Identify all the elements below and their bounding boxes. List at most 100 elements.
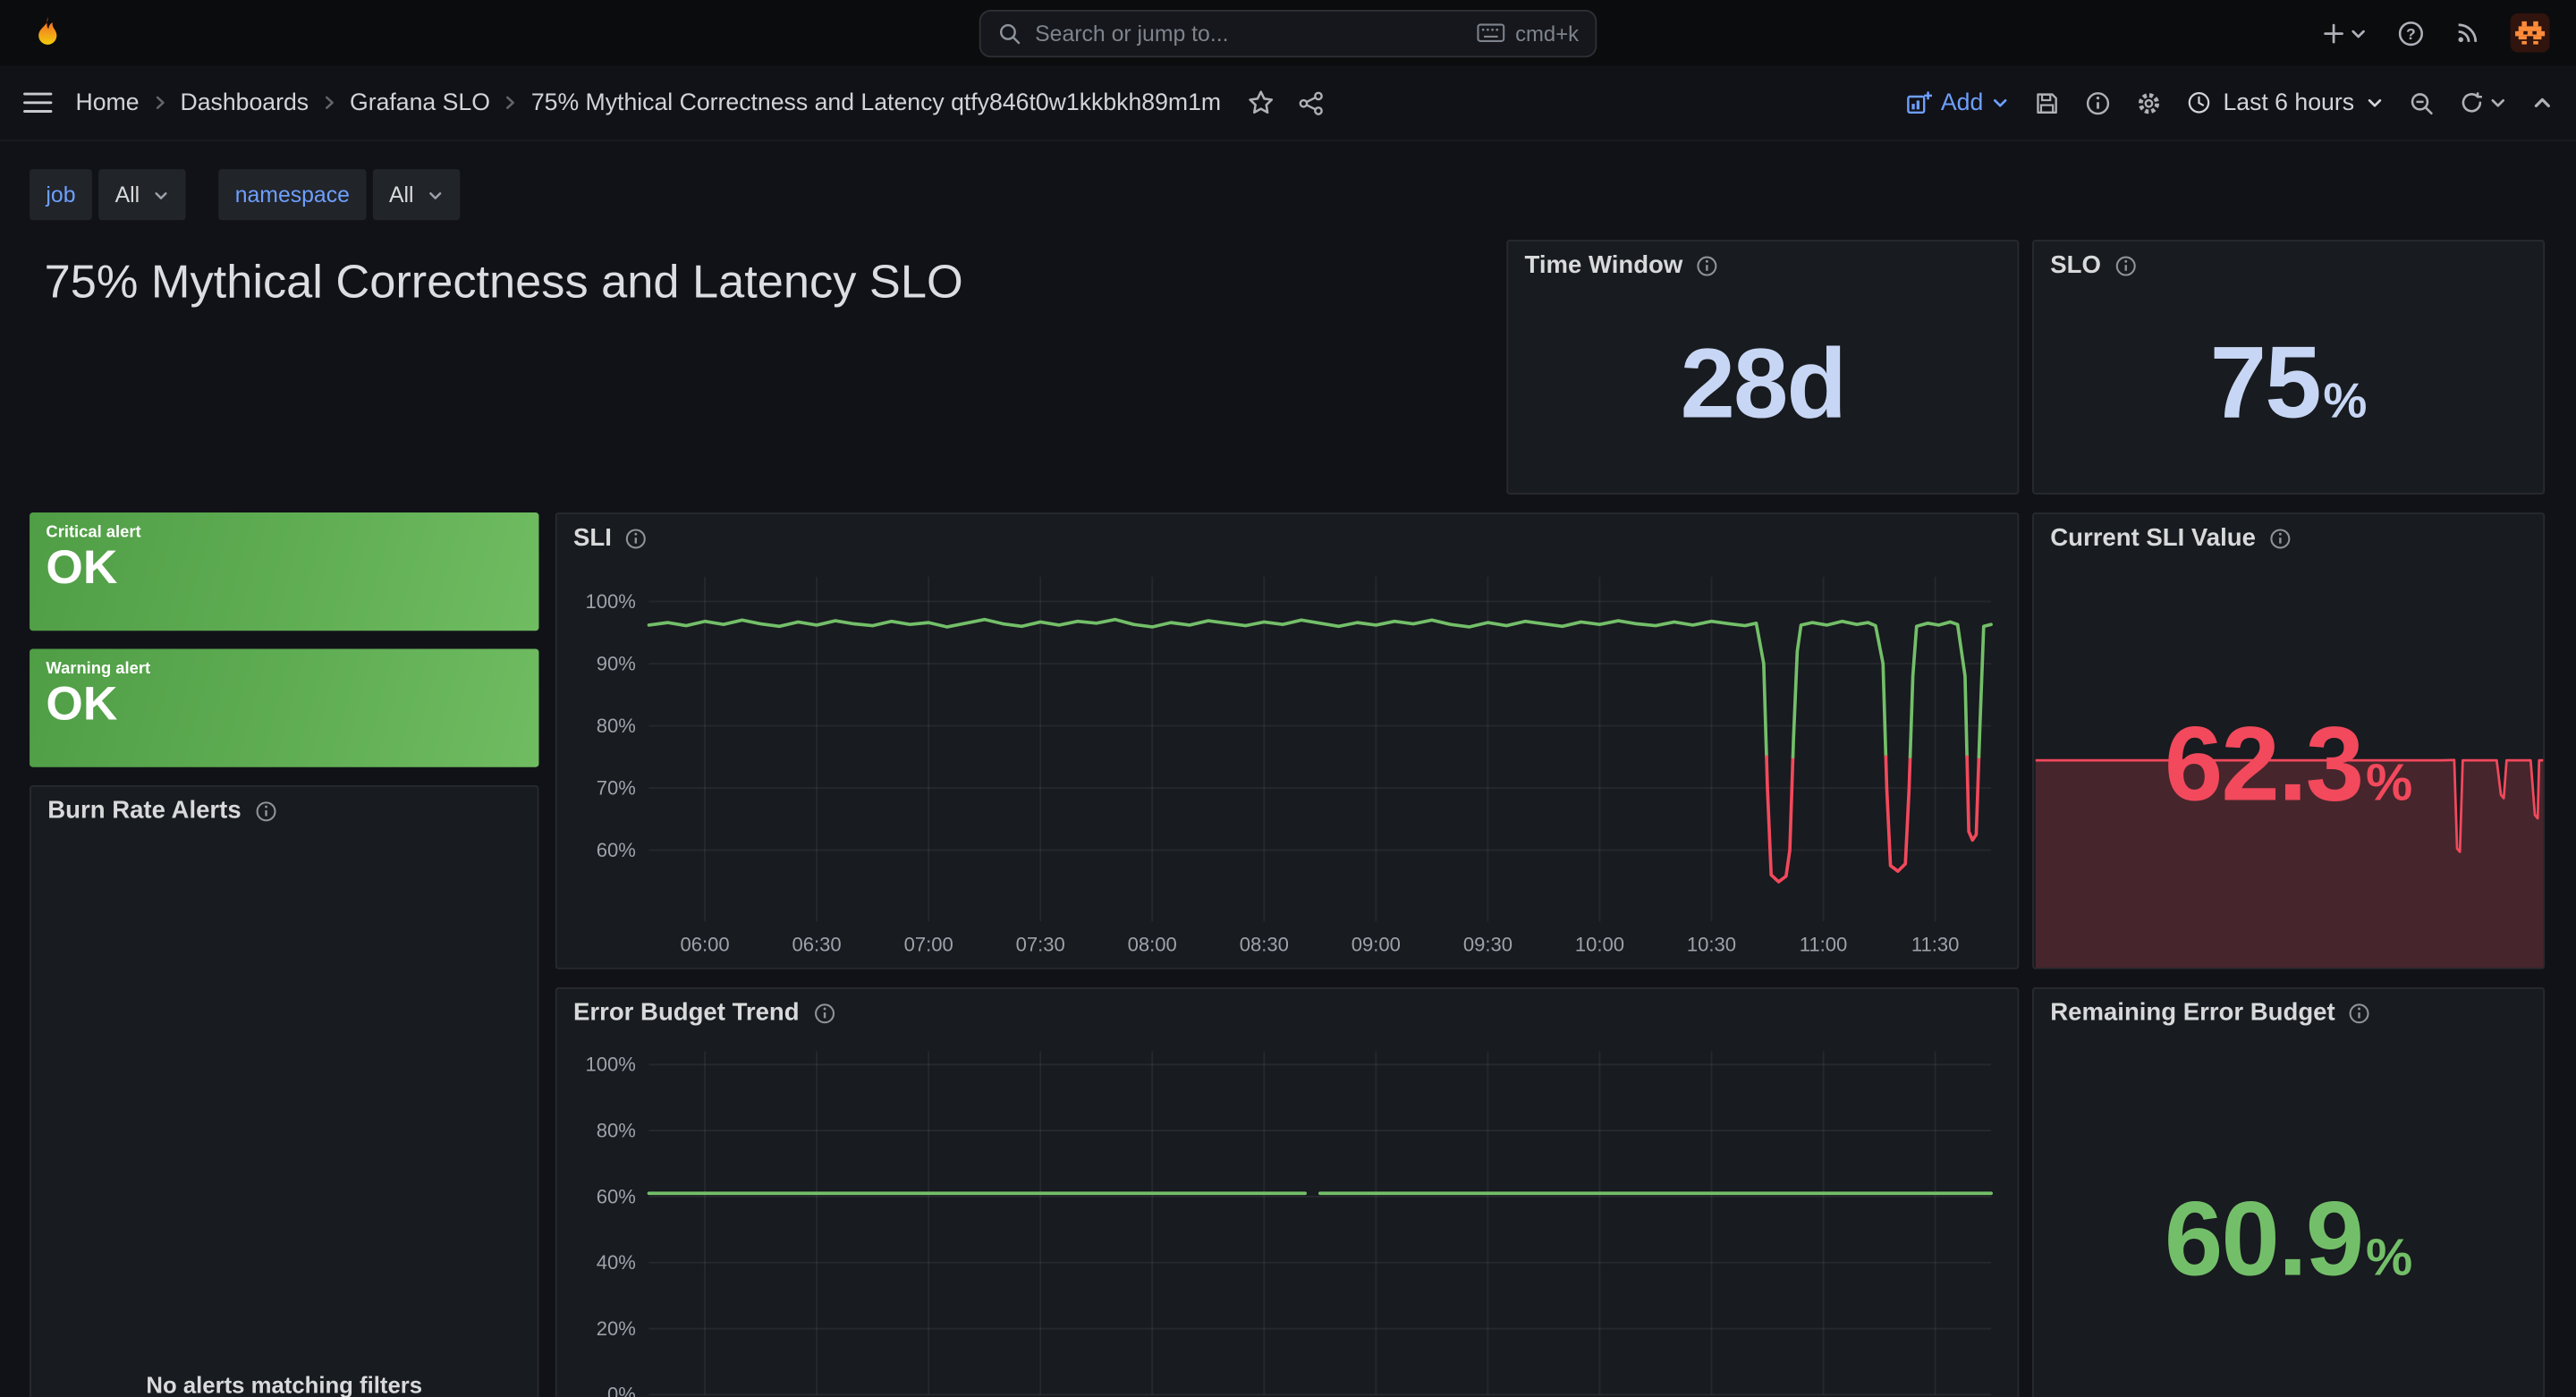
svg-text:60%: 60%: [597, 1185, 636, 1207]
panel-title[interactable]: SLI: [573, 524, 612, 552]
new-button[interactable]: [2321, 21, 2367, 46]
panel-header: Burn Rate Alerts: [31, 787, 538, 834]
breadcrumb-dashboards[interactable]: Dashboards: [180, 89, 309, 115]
favorite-button[interactable]: [1247, 89, 1275, 116]
time-range-label: Last 6 hours: [2223, 89, 2354, 115]
panel-header: SLI: [557, 514, 2018, 562]
error-budget-chart[interactable]: 100%80%60%40%20%0%: [573, 1038, 2004, 1397]
svg-text:?: ?: [2406, 24, 2416, 42]
refresh-icon: [2460, 90, 2485, 115]
panel-title[interactable]: Remaining Error Budget: [2050, 999, 2334, 1027]
zoom-out-icon: [2409, 89, 2435, 115]
chevron-up-icon: [2531, 92, 2553, 114]
svg-text:06:30: 06:30: [792, 933, 842, 955]
svg-text:09:30: 09:30: [1463, 933, 1513, 955]
add-button[interactable]: Add: [1906, 89, 2009, 115]
chevron-down-icon: [427, 186, 443, 202]
panel-slo: SLO 75 %: [2032, 240, 2545, 495]
variable-job-picker[interactable]: All: [98, 169, 185, 220]
user-avatar[interactable]: [2511, 13, 2550, 53]
chevron-down-icon: [2489, 94, 2507, 112]
svg-text:06:00: 06:00: [680, 933, 729, 955]
chevron-down-icon: [1991, 94, 2009, 112]
warning-alert-label: Warning alert: [30, 649, 538, 679]
variable-job-label: job: [30, 169, 92, 220]
panel-title[interactable]: Error Budget Trend: [573, 999, 800, 1027]
svg-text:11:30: 11:30: [1911, 933, 1960, 955]
search-field[interactable]: [1035, 21, 1464, 46]
panel-warning-alert: Warning alert OK: [30, 649, 538, 767]
svg-text:10:30: 10:30: [1687, 933, 1736, 955]
sli-chart[interactable]: 06:0006:3007:0007:3008:0008:3009:0009:30…: [573, 563, 2004, 968]
svg-text:70%: 70%: [597, 776, 636, 799]
chevron-down-icon: [153, 186, 169, 202]
help-icon: ?: [2397, 19, 2425, 47]
panel-add-icon: [1906, 89, 1932, 115]
variable-namespace-value: All: [389, 182, 414, 207]
slo-unit: %: [2323, 374, 2367, 429]
grafana-dashboard: cmd+k ?: [0, 0, 2576, 1397]
chevron-right-icon: [150, 94, 168, 112]
info-icon[interactable]: [1696, 254, 1719, 277]
svg-text:08:30: 08:30: [1240, 933, 1289, 955]
remaining-error-budget-unit: %: [2366, 1227, 2412, 1288]
collapse-toolbar-button[interactable]: [2531, 92, 2553, 114]
zoom-out-button[interactable]: [2409, 89, 2435, 115]
panel-title[interactable]: Burn Rate Alerts: [47, 797, 241, 825]
panel-sli: SLI 06:0006:3007:0007:3008:0008:3009:000…: [555, 512, 2020, 969]
variable-job: job All: [30, 169, 186, 220]
info-icon[interactable]: [625, 527, 648, 550]
info-icon[interactable]: [2114, 254, 2138, 277]
panel-header: Current SLI Value: [2034, 514, 2543, 562]
help-button[interactable]: ?: [2397, 19, 2425, 47]
svg-text:0%: 0%: [607, 1384, 636, 1397]
svg-text:09:00: 09:00: [1352, 933, 1401, 955]
svg-text:20%: 20%: [597, 1317, 636, 1340]
breadcrumb-folder[interactable]: Grafana SLO: [350, 89, 490, 115]
info-icon[interactable]: [812, 1001, 835, 1024]
dashboard-settings-button[interactable]: [2136, 89, 2162, 115]
breadcrumb-current-dashboard: 75% Mythical Correctness and Latency qtf…: [531, 89, 1221, 115]
dashboard-insights-button[interactable]: [2085, 89, 2111, 115]
star-icon: [1247, 89, 1275, 116]
panel-title[interactable]: Time Window: [1524, 251, 1682, 279]
time-window-value: 28d: [1681, 334, 1845, 433]
info-icon[interactable]: [2348, 1001, 2371, 1024]
panel-header: Time Window: [1508, 241, 2017, 289]
refresh-button[interactable]: [2460, 90, 2485, 115]
news-button[interactable]: [2454, 20, 2480, 46]
variable-namespace-picker[interactable]: All: [373, 169, 460, 220]
add-button-label: Add: [1941, 89, 1983, 115]
breadcrumb: Home Dashboards Grafana SLO 75% Mythical…: [75, 89, 1221, 115]
mega-menu-toggle[interactable]: [23, 90, 53, 115]
critical-alert-status: OK: [30, 542, 538, 597]
chevron-right-icon: [502, 94, 520, 112]
variable-namespace: namespace All: [218, 169, 460, 220]
info-icon[interactable]: [254, 800, 277, 823]
search-input[interactable]: cmd+k: [979, 9, 1597, 56]
info-icon[interactable]: [2269, 527, 2292, 550]
current-sli-unit: %: [2366, 752, 2412, 813]
save-icon: [2034, 89, 2060, 115]
shortcut-label: cmd+k: [1515, 21, 1579, 46]
template-variables: job All namespace All: [30, 169, 460, 220]
menu-icon: [23, 90, 53, 115]
save-dashboard-button[interactable]: [2034, 89, 2060, 115]
svg-text:100%: 100%: [585, 1054, 635, 1076]
topbar-actions: ?: [2321, 13, 2549, 53]
chevron-down-icon: [2350, 24, 2368, 42]
grafana-logo[interactable]: [26, 12, 69, 55]
refresh-interval-dropdown[interactable]: [2489, 94, 2507, 112]
svg-text:90%: 90%: [597, 652, 636, 674]
chevron-down-icon: [2366, 94, 2384, 112]
breadcrumb-home[interactable]: Home: [75, 89, 139, 115]
svg-text:07:00: 07:00: [904, 933, 953, 955]
critical-alert-label: Critical alert: [30, 512, 538, 542]
keyboard-icon: [1478, 23, 1505, 43]
time-range-picker[interactable]: Last 6 hours: [2187, 89, 2384, 115]
current-sli-value: 62.3: [2165, 711, 2362, 817]
panel-title[interactable]: Current SLI Value: [2050, 524, 2256, 552]
panel-title[interactable]: SLO: [2050, 251, 2101, 279]
share-button[interactable]: [1298, 89, 1324, 115]
plus-icon: [2321, 21, 2346, 46]
